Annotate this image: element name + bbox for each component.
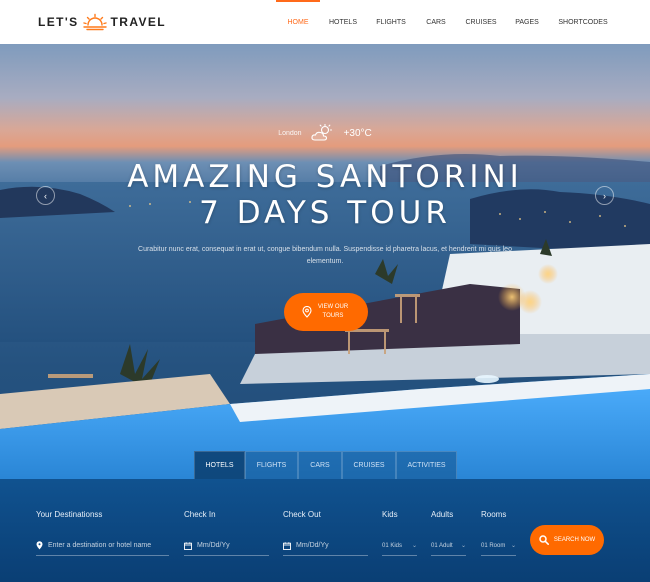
- weather-city: London: [278, 129, 302, 137]
- nav-item-shortcodes[interactable]: SHORTCODES: [548, 0, 618, 44]
- adults-select[interactable]: 01 Adult ⌄: [431, 536, 466, 556]
- adults-label: Adults: [431, 510, 454, 519]
- chevron-down-icon: ⌄: [411, 543, 417, 549]
- tab-cruises[interactable]: CRUISES: [342, 451, 396, 479]
- rooms-label: Rooms: [481, 510, 507, 519]
- site-header: LET'S TRAVEL HOME HOTELS FLIGHTS CARS CR…: [0, 0, 650, 44]
- calendar-icon: [283, 541, 291, 550]
- weather-temperature: +30°C: [343, 127, 372, 139]
- calendar-icon: [184, 541, 192, 550]
- nav-item-cruises[interactable]: CRUISES: [456, 0, 506, 44]
- hero-subtitle: Curabitur nunc erat, consequat in erat u…: [138, 246, 512, 265]
- tab-cars[interactable]: CARS: [298, 451, 342, 479]
- kids-label: Kids: [382, 510, 398, 519]
- sun-logo-icon: [82, 13, 107, 31]
- map-pin-icon: [302, 306, 312, 318]
- main-nav: HOME HOTELS FLIGHTS CARS CRUISES PAGES S…: [276, 0, 618, 44]
- kids-value: 01 Kids: [382, 542, 403, 549]
- search-icon: [539, 535, 549, 545]
- tab-activities[interactable]: ACTIVITIES: [396, 451, 457, 479]
- logo-text-left: LET'S: [38, 15, 79, 29]
- site-logo[interactable]: LET'S TRAVEL: [38, 13, 166, 31]
- nav-item-flights[interactable]: FLIGHTS: [366, 0, 416, 44]
- check-out-label: Check Out: [283, 510, 321, 519]
- kids-select[interactable]: 01 Kids ⌄: [382, 536, 417, 556]
- tab-hotels[interactable]: HOTELS: [194, 451, 245, 479]
- check-in-label: Check In: [184, 510, 216, 519]
- chevron-down-icon: ⌄: [460, 543, 466, 549]
- search-tabs: HOTELS FLIGHTS CARS CRUISES ACTIVITIES: [194, 451, 457, 479]
- partly-cloudy-icon: [310, 124, 332, 141]
- nav-item-cars[interactable]: CARS: [416, 0, 456, 44]
- rooms-value: 01 Room: [481, 542, 506, 549]
- check-out-placeholder: Mm/Dd/Yy: [296, 542, 329, 549]
- check-out-input[interactable]: Mm/Dd/Yy: [283, 536, 368, 556]
- search-now-label: SEARCH NOW: [553, 537, 596, 543]
- destination-input[interactable]: Enter a destination or hotel name: [36, 536, 169, 556]
- weather-widget: London +30°C: [0, 124, 650, 142]
- chevron-down-icon: ⌄: [510, 543, 516, 549]
- check-in-input[interactable]: Mm/Dd/Yy: [184, 536, 269, 556]
- destination-label: Your Destinationss: [36, 510, 103, 519]
- nav-item-hotels[interactable]: HOTELS: [320, 0, 366, 44]
- hero-title-line-2: 7 DAYS TOUR: [199, 195, 451, 231]
- hero-title-line-1: AMAZING SANTORINI: [127, 159, 523, 195]
- adults-value: 01 Adult: [431, 542, 453, 549]
- chevron-left-icon: ‹: [44, 190, 47, 201]
- slider-prev-button[interactable]: ‹: [36, 186, 55, 205]
- destination-placeholder: Enter a destination or hotel name: [48, 542, 152, 549]
- nav-item-pages[interactable]: PAGES: [506, 0, 548, 44]
- location-pin-icon: [36, 541, 43, 550]
- search-now-button[interactable]: SEARCH NOW: [530, 525, 604, 555]
- chevron-right-icon: ›: [603, 190, 606, 201]
- view-tours-label: VIEW OUR TOURS: [317, 304, 349, 319]
- check-in-placeholder: Mm/Dd/Yy: [197, 542, 230, 549]
- tab-flights[interactable]: FLIGHTS: [245, 451, 298, 479]
- nav-item-home[interactable]: HOME: [276, 0, 320, 44]
- view-tours-button[interactable]: VIEW OUR TOURS: [284, 293, 368, 331]
- slider-next-button[interactable]: ›: [595, 186, 614, 205]
- logo-text-right: TRAVEL: [110, 15, 167, 29]
- rooms-select[interactable]: 01 Room ⌄: [481, 536, 516, 556]
- hero-title: AMAZING SANTORINI 7 DAYS TOUR: [0, 159, 650, 231]
